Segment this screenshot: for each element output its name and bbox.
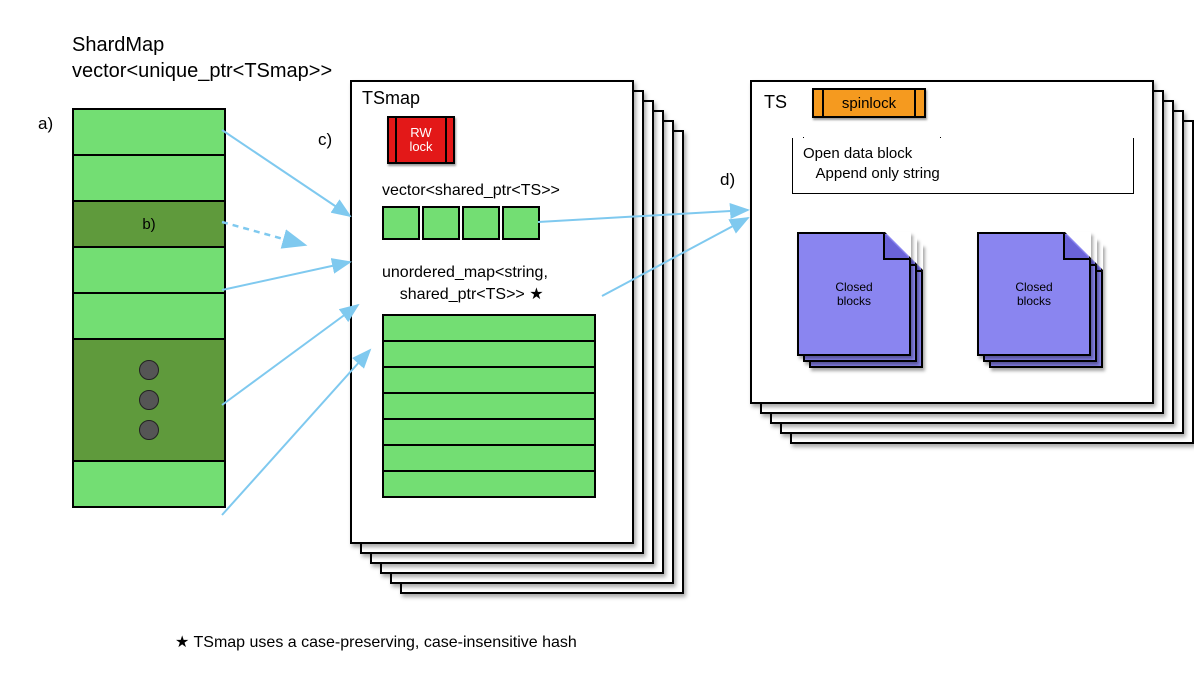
ts-ptr-box xyxy=(382,206,420,240)
map-row xyxy=(384,368,594,394)
map-row xyxy=(384,446,594,472)
ts-title: TS xyxy=(764,92,787,113)
ellipsis-dot-icon xyxy=(139,360,159,380)
label-b: b) xyxy=(142,216,155,233)
shard-cell xyxy=(74,462,224,506)
shardmap-title-line1: ShardMap xyxy=(72,34,164,56)
shardmap-title: ShardMap vector<unique_ptr<TSmap>> xyxy=(72,32,332,84)
document-icon: Closed blocks xyxy=(977,232,1091,356)
tsmap-card: TSmap RW lock vector<shared_ptr<TS>> uno… xyxy=(350,80,634,544)
shard-ellipsis xyxy=(74,340,224,462)
label-a: a) xyxy=(38,114,53,134)
rwlock-label: RW lock xyxy=(409,126,432,155)
footnote-star: ★ TSmap uses a case-preserving, case-ins… xyxy=(175,632,577,652)
open-data-block-bracket: Open data block Append only string xyxy=(792,138,1134,194)
tsmap-map-label-line1: unordered_map<string, xyxy=(382,264,548,281)
map-row xyxy=(384,420,594,446)
ts-card: TS spinlock Open data block Append only … xyxy=(750,80,1154,404)
shard-cell xyxy=(74,110,224,156)
ellipsis-dot-icon xyxy=(139,420,159,440)
ellipsis-dot-icon xyxy=(139,390,159,410)
map-row xyxy=(384,316,594,342)
label-c: c) xyxy=(318,130,332,150)
shardmap-title-line2: vector<unique_ptr<TSmap>> xyxy=(72,60,332,82)
shard-cell xyxy=(74,156,224,202)
tsmap-map-label-line2: shared_ptr<TS>> ★ xyxy=(400,286,544,303)
rwlock-box: RW lock xyxy=(387,116,455,164)
map-row xyxy=(384,342,594,368)
tsmap-vector-label: vector<shared_ptr<TS>> xyxy=(382,182,560,200)
closed-blocks-label: Closed blocks xyxy=(979,280,1089,309)
shard-cell xyxy=(74,248,224,294)
ts-ptr-box xyxy=(462,206,500,240)
tsmap-vector-boxes xyxy=(382,206,540,240)
closed-blocks-label: Closed blocks xyxy=(799,280,909,309)
shardmap-vector: b) xyxy=(72,108,226,508)
spinlock-label: spinlock xyxy=(842,95,896,112)
tsmap-map-bucket-list xyxy=(382,314,596,498)
label-d: d) xyxy=(720,170,735,190)
open-block-line1: Open data block xyxy=(803,145,912,162)
document-icon: Closed blocks xyxy=(797,232,911,356)
map-row xyxy=(384,394,594,420)
tsmap-map-label: unordered_map<string, shared_ptr<TS>> ★ xyxy=(382,262,548,305)
open-block-line2: Append only string xyxy=(816,165,940,182)
spinlock-box: spinlock xyxy=(812,88,926,118)
shard-cell-selected: b) xyxy=(74,202,224,248)
shard-cell xyxy=(74,294,224,340)
ts-ptr-box xyxy=(422,206,460,240)
map-row xyxy=(384,472,594,496)
tsmap-title: TSmap xyxy=(362,88,420,109)
ts-ptr-box xyxy=(502,206,540,240)
